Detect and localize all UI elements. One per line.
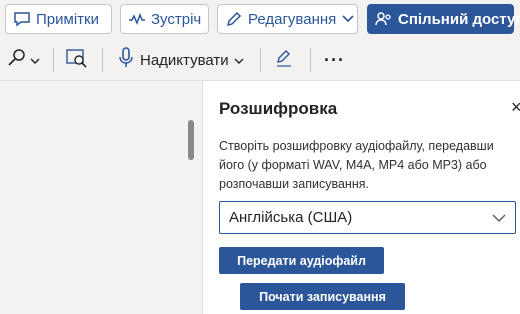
chevron-down-icon	[342, 15, 354, 23]
chevron-down-icon	[234, 51, 244, 69]
comments-label: Примітки	[36, 10, 99, 28]
chevron-down-icon	[30, 51, 40, 69]
upload-audio-button[interactable]: Передати аудіофайл	[219, 247, 384, 274]
editing-label: Редагування	[248, 10, 337, 28]
editor-button[interactable]	[274, 40, 294, 80]
dictate-label: Надиктувати	[140, 51, 229, 69]
vertical-scrollbar-thumb[interactable]	[188, 120, 194, 160]
toolbar-divider	[102, 48, 103, 72]
document-canvas	[0, 81, 202, 314]
dictate-button[interactable]: Надиктувати	[118, 40, 244, 80]
immersive-reader-button[interactable]	[66, 40, 88, 80]
toolbar-divider	[310, 48, 311, 72]
toolbar-divider	[53, 48, 54, 72]
immersive-reader-icon	[66, 48, 88, 73]
search-icon	[6, 48, 28, 73]
close-icon[interactable]: ×	[511, 97, 520, 118]
comments-button[interactable]: Примітки	[5, 4, 112, 34]
microphone-icon	[118, 46, 134, 74]
language-dropdown[interactable]: Англійська (США)	[219, 201, 516, 234]
comment-icon	[13, 11, 31, 27]
share-button[interactable]: Спільний доступ	[367, 4, 520, 34]
pane-description: Створіть розшифровку аудіофайлу, передав…	[219, 139, 494, 191]
transcription-pane: Розшифровка × Створіть розшифровку аудіо…	[202, 81, 520, 314]
start-recording-button[interactable]: Почати записування	[240, 283, 405, 310]
ribbon-toolbar: Надиктувати ···	[0, 40, 520, 81]
share-label: Спільний доступ	[398, 10, 520, 28]
pencil-icon	[225, 10, 243, 28]
top-command-bar: Примітки Зустріч Редагування Спільний до…	[0, 0, 520, 40]
editor-pen-icon	[274, 48, 294, 73]
toolbar-divider	[260, 48, 261, 72]
chevron-down-icon	[491, 210, 507, 230]
meet-label: Зустріч	[151, 10, 202, 28]
upload-audio-label: Передати аудіофайл	[237, 253, 366, 268]
find-button[interactable]	[6, 40, 46, 80]
share-people-icon	[375, 11, 393, 27]
editing-mode-button[interactable]: Редагування	[217, 4, 358, 34]
meet-icon	[128, 11, 146, 27]
start-recording-label: Почати записування	[259, 289, 386, 304]
pane-title: Розшифровка	[219, 99, 338, 118]
language-value: Англійська (США)	[229, 209, 353, 226]
meet-button[interactable]: Зустріч	[120, 4, 209, 34]
more-options-button[interactable]: ···	[324, 40, 345, 80]
